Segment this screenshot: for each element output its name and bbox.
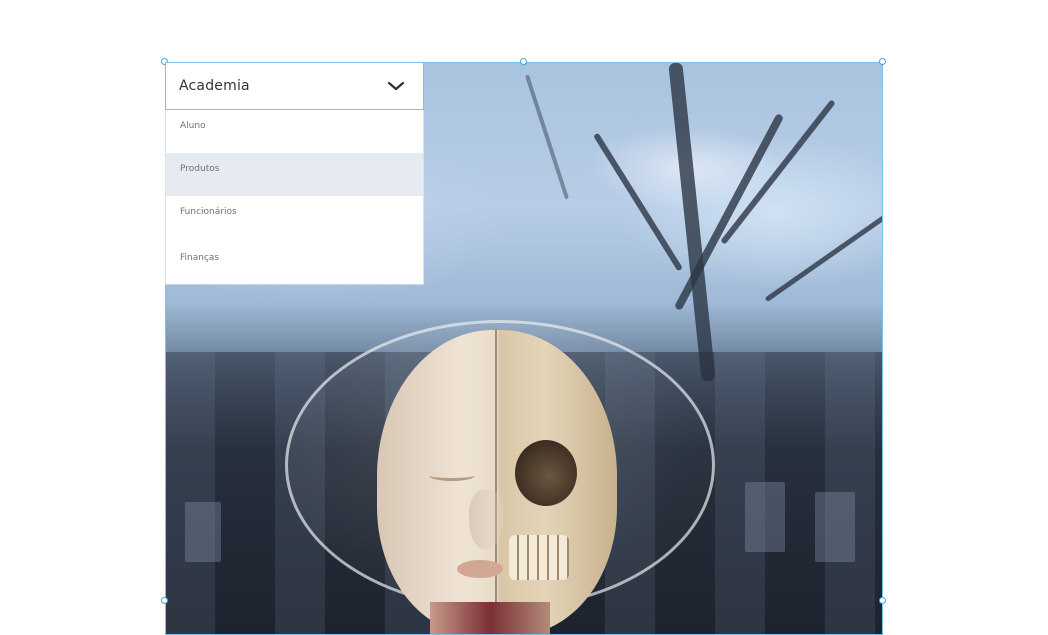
resize-handle-top-center[interactable] [520,58,527,65]
neck-model [430,602,550,635]
resize-handle-middle-right[interactable] [879,597,886,604]
dropdown-option-financas[interactable]: Finanças [166,239,423,284]
building-window [185,502,221,562]
building-window [745,482,785,552]
resize-handle-top-right[interactable] [879,58,886,65]
category-dropdown[interactable]: Academia Aluno Produtos Funcionários Fin… [165,62,424,285]
closed-eye [429,470,475,481]
dropdown-option-produtos[interactable]: Produtos [166,153,423,196]
dropdown-selected-value: Academia [179,78,250,94]
anatomy-head-model [377,330,617,635]
skull-teeth [509,535,569,580]
head-split-line [495,330,497,635]
dropdown-option-funcionarios[interactable]: Funcionários [166,196,423,239]
dropdown-option-aluno[interactable]: Aluno [166,110,423,153]
resize-handle-middle-left[interactable] [161,597,168,604]
nose [469,490,503,550]
skull-eye-socket [515,440,577,506]
chevron-down-icon[interactable] [387,80,405,92]
lips [457,560,503,578]
dropdown-toggle[interactable]: Academia [165,62,424,110]
editor-canvas: Academia Aluno Produtos Funcionários Fin… [0,0,1048,635]
building-window [815,492,855,562]
dropdown-options: Aluno Produtos Funcionários Finanças [165,110,424,285]
